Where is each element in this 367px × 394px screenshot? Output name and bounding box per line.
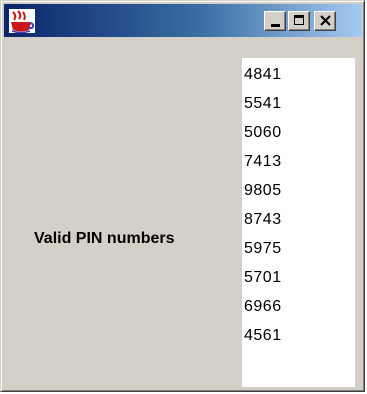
- list-item[interactable]: 5701: [244, 263, 355, 292]
- list-item[interactable]: 4561: [244, 321, 355, 350]
- pin-list[interactable]: 4841 5541 5060 7413 9805 8743 5975 5701 …: [242, 58, 355, 387]
- java-coffee-cup-icon[interactable]: [8, 8, 36, 34]
- list-item[interactable]: 4841: [244, 60, 355, 89]
- close-icon: [320, 15, 331, 26]
- list-item[interactable]: 5975: [244, 234, 355, 263]
- list-item[interactable]: 6966: [244, 292, 355, 321]
- list-item[interactable]: 5060: [244, 118, 355, 147]
- list-item[interactable]: 5541: [244, 89, 355, 118]
- content-panel: Valid PIN numbers 4841 5541 5060 7413 98…: [4, 37, 362, 389]
- minimize-button[interactable]: [264, 11, 286, 31]
- list-item[interactable]: 7413: [244, 147, 355, 176]
- close-button[interactable]: [314, 11, 336, 31]
- list-item[interactable]: 8743: [244, 205, 355, 234]
- app-window: Valid PIN numbers 4841 5541 5060 7413 98…: [0, 0, 365, 392]
- maximize-button[interactable]: [288, 11, 310, 31]
- title-bar[interactable]: [4, 4, 362, 37]
- minimize-icon: [271, 24, 280, 27]
- list-item[interactable]: 9805: [244, 176, 355, 205]
- maximize-icon: [294, 15, 304, 25]
- pin-list-label: Valid PIN numbers: [34, 230, 175, 247]
